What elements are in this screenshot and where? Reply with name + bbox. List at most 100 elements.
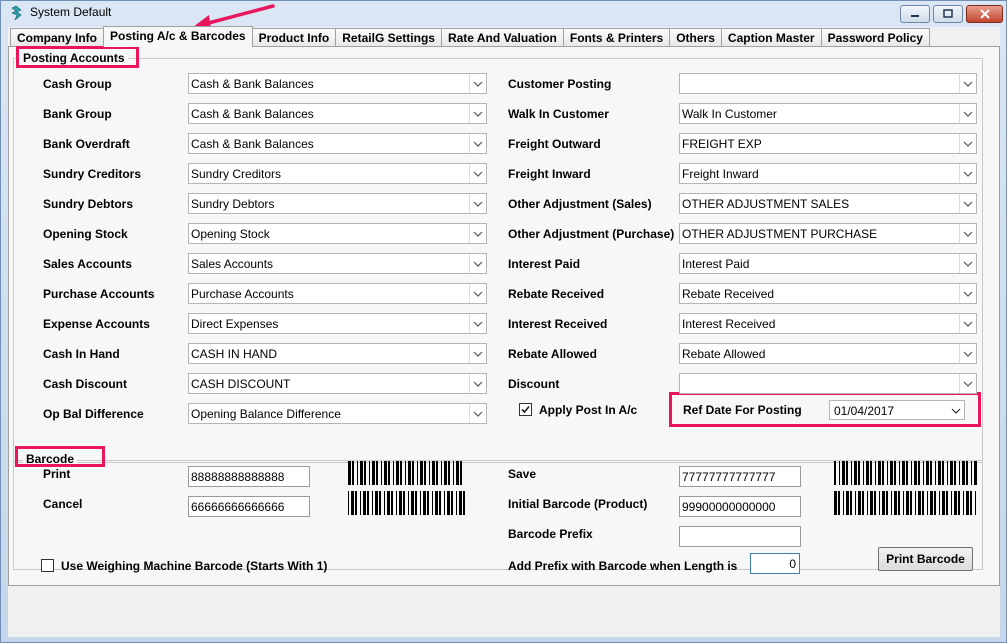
chevron-down-icon[interactable]	[469, 224, 486, 243]
chevron-down-icon[interactable]	[469, 74, 486, 93]
discount-combo[interactable]	[679, 373, 977, 394]
freight-outward-label: Freight Outward	[508, 137, 601, 151]
cash-in-hand-label: Cash In Hand	[43, 347, 120, 361]
sales-accounts-combo[interactable]: Sales Accounts	[188, 253, 487, 274]
ref-date-label: Ref Date For Posting	[683, 403, 802, 417]
chevron-down-icon[interactable]	[469, 284, 486, 303]
walk-in-customer-combo[interactable]: Walk In Customer	[679, 103, 977, 124]
purchase-accounts-combo[interactable]: Purchase Accounts	[188, 283, 487, 304]
chevron-down-icon[interactable]	[959, 164, 976, 183]
ref-date-picker[interactable]: 01/04/2017	[829, 400, 965, 420]
combo-value: Cash & Bank Balances	[191, 137, 314, 151]
maximize-button[interactable]	[933, 5, 963, 23]
barcode-title: Barcode	[23, 452, 78, 466]
combo-value: Interest Received	[682, 317, 776, 331]
tab-rate-valuation[interactable]: Rate And Valuation	[440, 28, 564, 47]
tab-caption-master[interactable]: Caption Master	[720, 28, 822, 47]
app-logo-icon	[11, 5, 22, 21]
chevron-down-icon[interactable]	[959, 74, 976, 93]
chevron-down-icon[interactable]	[959, 194, 976, 213]
app-window: System Default Company Info Posting A/c …	[0, 0, 1007, 643]
tab-posting-barcodes[interactable]: Posting A/c & Barcodes	[103, 26, 253, 47]
opening-stock-combo[interactable]: Opening Stock	[188, 223, 487, 244]
weighing-machine-checkbox[interactable]	[41, 559, 54, 572]
combo-value: OTHER ADJUSTMENT PURCHASE	[682, 227, 878, 241]
discount-label: Discount	[508, 377, 560, 391]
chevron-down-icon[interactable]	[959, 284, 976, 303]
op-bal-difference-combo[interactable]: Opening Balance Difference	[188, 403, 487, 424]
chevron-down-icon[interactable]	[469, 134, 486, 153]
combo-value: Rebate Received	[682, 287, 775, 301]
combo-value: Opening Stock	[191, 227, 270, 241]
rebate-received-combo[interactable]: Rebate Received	[679, 283, 977, 304]
tab-retailg-settings[interactable]: RetailG Settings	[335, 28, 442, 47]
combo-value: Cash & Bank Balances	[191, 107, 314, 121]
chevron-down-icon[interactable]	[469, 374, 486, 393]
maximize-icon	[943, 9, 953, 18]
chevron-down-icon[interactable]	[959, 314, 976, 333]
tab-others[interactable]: Others	[669, 28, 722, 47]
tab-fonts-printers[interactable]: Fonts & Printers	[562, 28, 671, 47]
chevron-down-icon[interactable]	[469, 314, 486, 333]
rebate-allowed-combo[interactable]: Rebate Allowed	[679, 343, 977, 364]
tab-password-policy[interactable]: Password Policy	[820, 28, 930, 47]
cancel-barcode-field[interactable]: 66666666666666	[188, 496, 310, 517]
apply-post-label: Apply Post In A/c	[539, 403, 638, 417]
chevron-down-icon[interactable]	[469, 164, 486, 183]
print-barcode-button[interactable]: Print Barcode	[878, 547, 973, 571]
chevron-down-icon[interactable]	[469, 344, 486, 363]
expense-accounts-label: Expense Accounts	[43, 317, 150, 331]
combo-value: Walk In Customer	[682, 107, 777, 121]
other-adjustment-sales-label: Other Adjustment (Sales)	[508, 197, 652, 211]
apply-post-checkbox[interactable]	[519, 403, 532, 416]
freight-inward-label: Freight Inward	[508, 167, 591, 181]
barcode-prefix-field[interactable]	[679, 526, 801, 547]
customer-posting-combo[interactable]	[679, 73, 977, 94]
cash-in-hand-combo[interactable]: CASH IN HAND	[188, 343, 487, 364]
minimize-button[interactable]	[900, 5, 930, 23]
freight-outward-combo[interactable]: FREIGHT EXP	[679, 133, 977, 154]
chevron-down-icon[interactable]	[959, 104, 976, 123]
tab-company-info[interactable]: Company Info	[10, 28, 104, 47]
sundry-creditors-combo[interactable]: Sundry Creditors	[188, 163, 487, 184]
prefix-length-label: Add Prefix with Barcode when Length is	[508, 559, 738, 573]
combo-value: Purchase Accounts	[191, 287, 294, 301]
chevron-down-icon[interactable]	[947, 401, 964, 420]
chevron-down-icon[interactable]	[959, 374, 976, 393]
other-adjustment-purchase-label: Other Adjustment (Purchase)	[508, 227, 675, 241]
op-bal-difference-label: Op Bal Difference	[43, 407, 144, 421]
sundry-debtors-combo[interactable]: Sundry Debtors	[188, 193, 487, 214]
combo-value: Freight Inward	[682, 167, 759, 181]
print-barcode-field[interactable]: 88888888888888	[188, 466, 310, 487]
chevron-down-icon[interactable]	[959, 344, 976, 363]
expense-accounts-combo[interactable]: Direct Expenses	[188, 313, 487, 334]
chevron-down-icon[interactable]	[959, 254, 976, 273]
posting-accounts-title: Posting Accounts	[20, 51, 128, 65]
other-adjustment-purchase-combo[interactable]: OTHER ADJUSTMENT PURCHASE	[679, 223, 977, 244]
chevron-down-icon[interactable]	[469, 104, 486, 123]
bank-group-label: Bank Group	[43, 107, 112, 121]
minimize-icon	[911, 15, 919, 17]
opening-stock-label: Opening Stock	[43, 227, 128, 241]
purchase-accounts-label: Purchase Accounts	[43, 287, 155, 301]
initial-barcode-field[interactable]: 99900000000000	[679, 496, 801, 517]
chevron-down-icon[interactable]	[469, 404, 486, 423]
bank-overdraft-combo[interactable]: Cash & Bank Balances	[188, 133, 487, 154]
initial-barcode-image	[834, 491, 976, 515]
interest-received-combo[interactable]: Interest Received	[679, 313, 977, 334]
other-adjustment-sales-combo[interactable]: OTHER ADJUSTMENT SALES	[679, 193, 977, 214]
freight-inward-combo[interactable]: Freight Inward	[679, 163, 977, 184]
chevron-down-icon[interactable]	[959, 224, 976, 243]
cash-discount-combo[interactable]: CASH DISCOUNT	[188, 373, 487, 394]
chevron-down-icon[interactable]	[469, 254, 486, 273]
close-button[interactable]	[966, 5, 1003, 23]
save-barcode-field[interactable]: 77777777777777	[679, 466, 801, 487]
sundry-creditors-label: Sundry Creditors	[43, 167, 142, 181]
tab-product-info[interactable]: Product Info	[251, 28, 337, 47]
bank-group-combo[interactable]: Cash & Bank Balances	[188, 103, 487, 124]
prefix-length-field[interactable]: 0	[750, 553, 800, 574]
cash-group-combo[interactable]: Cash & Bank Balances	[188, 73, 487, 94]
chevron-down-icon[interactable]	[959, 134, 976, 153]
interest-paid-combo[interactable]: Interest Paid	[679, 253, 977, 274]
chevron-down-icon[interactable]	[469, 194, 486, 213]
